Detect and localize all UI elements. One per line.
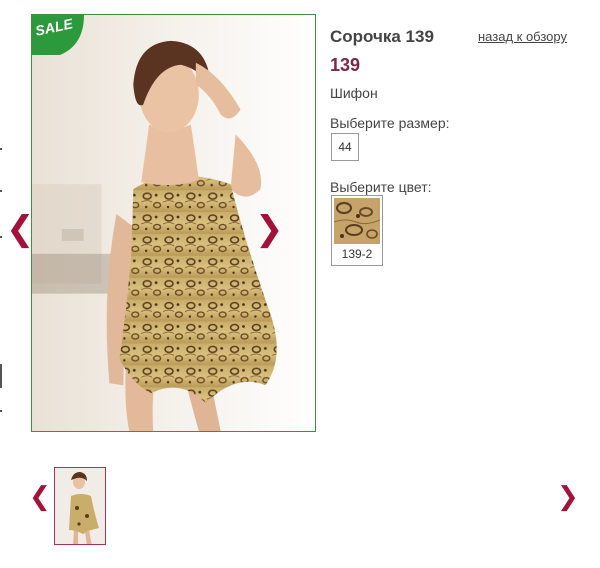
thumbnail-next-arrow-icon[interactable]: ❯ bbox=[557, 484, 579, 510]
edge-mark bbox=[0, 148, 2, 150]
product-material: Шифон bbox=[330, 85, 378, 101]
back-to-overview-link[interactable]: назад к обзору bbox=[478, 29, 567, 44]
color-swatch bbox=[334, 198, 380, 244]
edge-mark bbox=[0, 190, 2, 192]
edge-mark bbox=[0, 364, 2, 388]
sale-badge: SALE bbox=[32, 15, 84, 55]
thumbnail-prev-arrow-icon[interactable]: ❮ bbox=[29, 484, 51, 510]
color-option[interactable]: 139-2 bbox=[331, 195, 383, 266]
product-price: 139 bbox=[330, 55, 361, 75]
thumbnail-image[interactable] bbox=[54, 467, 106, 545]
product-title: Сорочка 139 bbox=[330, 27, 434, 46]
edge-mark bbox=[0, 236, 2, 238]
color-label: Выберите цвет: bbox=[330, 179, 432, 195]
size-label: Выберите размер: bbox=[330, 115, 450, 131]
color-swatch-pattern bbox=[334, 198, 380, 244]
size-option[interactable]: 44 bbox=[331, 133, 359, 161]
photo-next-arrow-icon[interactable]: ❯ bbox=[255, 212, 284, 246]
thumbnail-art bbox=[55, 468, 105, 544]
edge-mark bbox=[0, 410, 2, 412]
color-option-code: 139-2 bbox=[341, 247, 373, 261]
photo-prev-arrow-icon[interactable]: ❮ bbox=[6, 212, 35, 246]
